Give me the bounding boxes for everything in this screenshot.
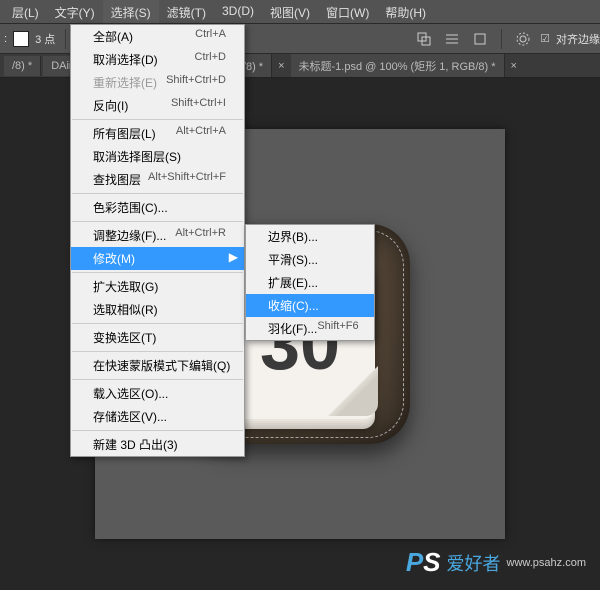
submenu-item[interactable]: 边界(B)... xyxy=(246,225,374,248)
ps-logo: PS xyxy=(406,547,441,578)
tab-0[interactable]: /8) * xyxy=(4,56,41,76)
separator xyxy=(65,29,66,49)
menu-item-label: 全部(A) xyxy=(93,28,133,45)
menu-layer[interactable]: 层(L) xyxy=(4,0,47,23)
menu-shortcut: Alt+Ctrl+A xyxy=(176,125,226,142)
menu-shortcut: Ctrl+A xyxy=(195,28,226,45)
colon-label: : xyxy=(4,33,7,45)
menu-separator xyxy=(72,221,243,222)
menu-separator xyxy=(72,379,243,380)
menu-view[interactable]: 视图(V) xyxy=(262,0,318,23)
menu-shortcut: Alt+Ctrl+R xyxy=(175,227,226,244)
checkbox-icon[interactable]: ☑ xyxy=(540,32,550,45)
menu-item-label: 扩大选取(G) xyxy=(93,278,158,295)
menu-item-label: 收缩(C)... xyxy=(268,297,319,314)
menu-item-label: 取消选择(D) xyxy=(93,51,158,68)
menu-separator xyxy=(72,323,243,324)
select-dropdown: 全部(A) Ctrl+A 取消选择(D) Ctrl+D 重新选择(E) Shift+Ctr… xyxy=(70,24,245,457)
menu-separator xyxy=(72,351,243,352)
menu-item[interactable]: 选取相似(R) xyxy=(71,298,244,321)
watermark: PS 爱好者 www.psahz.com xyxy=(406,547,586,578)
menu-window[interactable]: 窗口(W) xyxy=(318,0,377,23)
submenu-item[interactable]: 羽化(F)...Shift+F6 xyxy=(246,317,374,340)
menu-item[interactable]: 存储选区(V)... xyxy=(71,405,244,428)
menu-3d[interactable]: 3D(D) xyxy=(214,0,262,23)
menu-text[interactable]: 文字(Y) xyxy=(47,0,103,23)
menu-item-label: 边界(B)... xyxy=(268,228,318,245)
menu-item-label: 重新选择(E) xyxy=(93,74,157,91)
menubar: 层(L) 文字(Y) 选择(S) 滤镜(T) 3D(D) 视图(V) 窗口(W)… xyxy=(0,0,600,24)
menu-filter[interactable]: 滤镜(T) xyxy=(159,0,214,23)
menu-item[interactable]: 新建 3D 凸出(3) xyxy=(71,433,244,456)
menu-item-label: 存储选区(V)... xyxy=(93,408,167,425)
points-label: 3 点 xyxy=(35,31,55,47)
separator xyxy=(501,29,502,49)
menu-item-label: 平滑(S)... xyxy=(268,251,318,268)
menu-item[interactable]: 变换选区(T) xyxy=(71,326,244,349)
menu-item-label: 查找图层 xyxy=(93,171,141,188)
submenu-item[interactable]: 收缩(C)... xyxy=(246,294,374,317)
menu-shortcut: Shift+F6 xyxy=(317,320,358,337)
menu-separator xyxy=(72,430,243,431)
gear-icon[interactable] xyxy=(512,28,534,50)
menu-item-label: 选取相似(R) xyxy=(93,301,158,318)
menu-shortcut: Ctrl+D xyxy=(195,51,226,68)
menu-item-label: 变换选区(T) xyxy=(93,329,156,346)
fill-swatch[interactable] xyxy=(13,31,29,47)
menu-item[interactable]: 反向(I) Shift+Ctrl+I xyxy=(71,94,244,117)
menu-help[interactable]: 帮助(H) xyxy=(377,0,434,23)
menu-select[interactable]: 选择(S) xyxy=(103,0,159,23)
menu-item-label: 色彩范围(C)... xyxy=(93,199,168,216)
watermark-url: www.psahz.com xyxy=(507,557,586,569)
modify-submenu: 边界(B)... 平滑(S)... 扩展(E)... 收缩(C)... 羽化(F)...… xyxy=(245,224,375,341)
menu-item: 重新选择(E) Shift+Ctrl+D xyxy=(71,71,244,94)
tab-close-icon[interactable]: × xyxy=(507,60,521,72)
submenu-item[interactable]: 平滑(S)... xyxy=(246,248,374,271)
watermark-cn: 爱好者 xyxy=(447,550,501,576)
submenu-item[interactable]: 扩展(E)... xyxy=(246,271,374,294)
align-edges-label: 对齐边缘 xyxy=(556,31,600,47)
align-icon[interactable] xyxy=(441,28,463,50)
arrange-icon[interactable] xyxy=(469,28,491,50)
menu-item[interactable]: 载入选区(O)... xyxy=(71,382,244,405)
menu-shortcut: Shift+Ctrl+D xyxy=(166,74,226,91)
menu-item-label: 在快速蒙版模式下编辑(Q) xyxy=(93,357,230,374)
menu-separator xyxy=(72,119,243,120)
menu-item-label: 羽化(F)... xyxy=(268,320,317,337)
menu-separator xyxy=(72,272,243,273)
menu-shortcut: Alt+Shift+Ctrl+F xyxy=(148,171,226,188)
menu-item[interactable]: 色彩范围(C)... xyxy=(71,196,244,219)
tab-3[interactable]: 未标题-1.psd @ 100% (矩形 1, RGB/8) * xyxy=(291,54,505,78)
menu-item[interactable]: 所有图层(L) Alt+Ctrl+A xyxy=(71,122,244,145)
menu-item-label: 所有图层(L) xyxy=(93,125,156,142)
menu-item-label: 取消选择图层(S) xyxy=(93,148,181,165)
tab-close-icon[interactable]: × xyxy=(274,60,288,72)
menu-item-label: 扩展(E)... xyxy=(268,274,318,291)
menu-item[interactable]: 扩大选取(G) xyxy=(71,275,244,298)
menu-item-label: 修改(M) xyxy=(93,250,135,267)
menu-item-label: 调整边缘(F)... xyxy=(93,227,166,244)
menu-item-label: 载入选区(O)... xyxy=(93,385,168,402)
path-ops-icon[interactable] xyxy=(413,28,435,50)
menu-shortcut: Shift+Ctrl+I xyxy=(171,97,226,114)
menu-item-label: 反向(I) xyxy=(93,97,128,114)
menu-item[interactable]: 在快速蒙版模式下编辑(Q) xyxy=(71,354,244,377)
menu-item[interactable]: 取消选择图层(S) xyxy=(71,145,244,168)
menu-item[interactable]: 修改(M) ▶ xyxy=(71,247,244,270)
menu-item[interactable]: 取消选择(D) Ctrl+D xyxy=(71,48,244,71)
menu-item[interactable]: 调整边缘(F)... Alt+Ctrl+R xyxy=(71,224,244,247)
menu-item[interactable]: 查找图层 Alt+Shift+Ctrl+F xyxy=(71,168,244,191)
menu-item[interactable]: 全部(A) Ctrl+A xyxy=(71,25,244,48)
submenu-arrow-icon: ▶ xyxy=(229,250,238,264)
menu-item-label: 新建 3D 凸出(3) xyxy=(93,436,178,453)
menu-separator xyxy=(72,193,243,194)
